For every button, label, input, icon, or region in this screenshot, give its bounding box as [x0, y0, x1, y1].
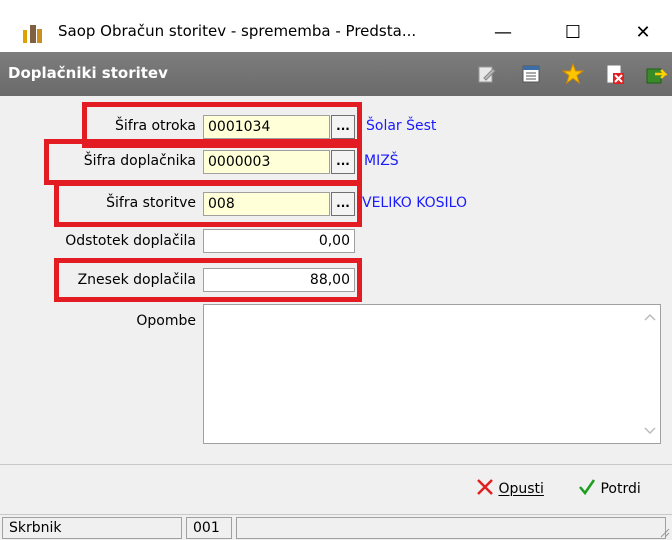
child-name-text: Šolar Šest [366, 118, 437, 134]
status-bar: Skrbnik 001 [0, 514, 672, 540]
star-icon[interactable] [562, 63, 584, 85]
maximize-button[interactable]: ☐ [550, 14, 596, 52]
form-title: Doplačniki storitev [8, 64, 168, 82]
app-icon [23, 25, 42, 43]
close-button[interactable]: ✕ [620, 14, 666, 52]
checkmark-icon [579, 479, 596, 496]
confirm-button-label: Potrdi [600, 481, 641, 497]
service-name-text: VELIKO KOSILO [362, 195, 468, 211]
list-icon[interactable] [520, 63, 542, 85]
scroll-down-icon[interactable] [644, 427, 656, 435]
window-title: Saop Obračun storitev - sprememba - Pred… [58, 22, 417, 40]
minimize-button[interactable]: — [480, 14, 526, 52]
scroll-up-icon[interactable] [644, 313, 656, 321]
cancel-button[interactable]: Opusti [476, 478, 544, 504]
surcharge-percent-field[interactable]: 0,00 [203, 229, 355, 253]
window-titlebar: Saop Obračun storitev - sprememba - Pred… [0, 0, 672, 52]
cancel-button-label: Opusti [498, 481, 544, 497]
edit-icon[interactable] [476, 63, 498, 85]
status-role: Skrbnik [2, 517, 182, 539]
exit-icon[interactable] [645, 63, 667, 85]
surcharge-percent-label: Odstotek doplačila [65, 233, 196, 249]
notes-textarea[interactable] [203, 304, 661, 444]
payer-name-text: MIZŠ [364, 153, 399, 169]
confirm-button[interactable]: Potrdi [578, 478, 641, 504]
status-message [236, 517, 666, 539]
notes-scrollbar[interactable] [640, 305, 660, 443]
form-header: Doplačniki storitev [0, 52, 672, 96]
resize-grip-icon[interactable] [658, 526, 670, 538]
delete-document-icon[interactable] [604, 63, 626, 85]
highlight-payer-code [44, 139, 362, 185]
notes-label: Opombe [136, 313, 196, 329]
highlight-service-code [54, 181, 362, 227]
highlight-surcharge-amount [54, 258, 362, 302]
cancel-icon [477, 479, 493, 495]
footer-separator [0, 464, 672, 465]
status-code: 001 [186, 517, 232, 539]
